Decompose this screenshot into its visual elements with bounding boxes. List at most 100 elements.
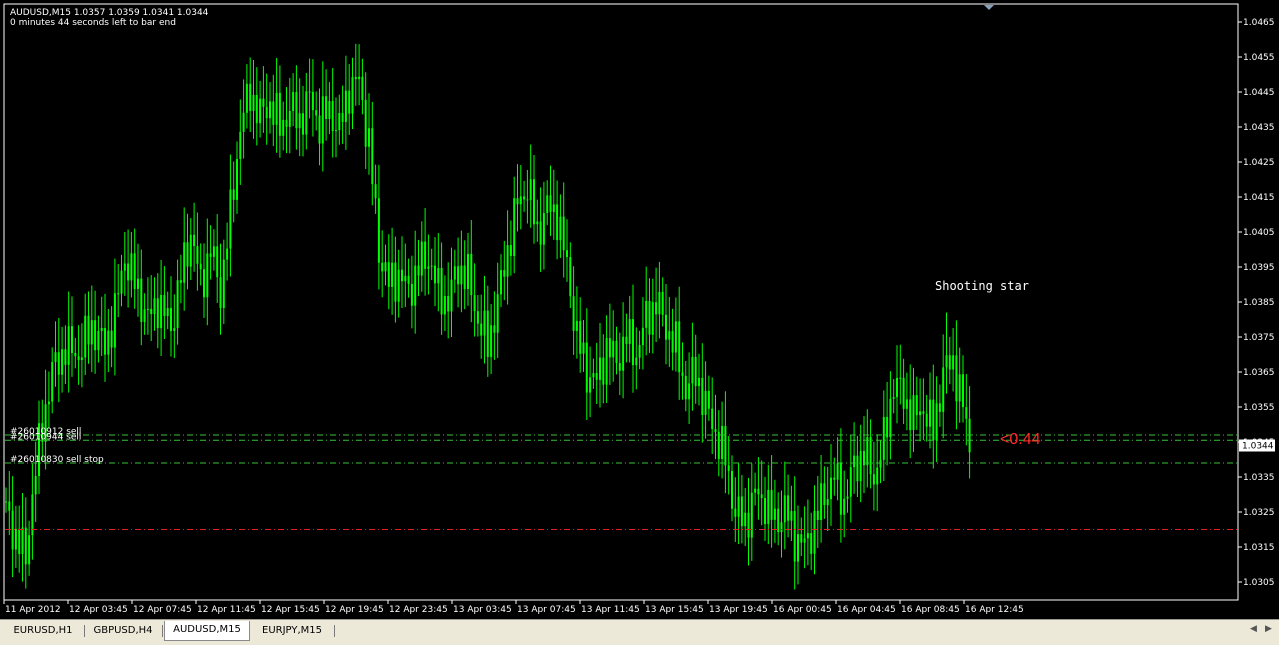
candle-body xyxy=(932,399,935,441)
y-tick-label: 1.0385 xyxy=(1243,298,1275,308)
candle-body xyxy=(374,184,377,199)
candle-body xyxy=(401,269,403,282)
candle-body xyxy=(899,377,902,379)
candle-body xyxy=(948,355,951,370)
candle-body xyxy=(143,309,146,322)
candle-body xyxy=(889,398,892,438)
candle-body xyxy=(585,342,588,393)
candle-body xyxy=(308,91,311,93)
y-tick-label: 1.0445 xyxy=(1243,88,1275,98)
scroll-right-icon[interactable]: ▶ xyxy=(1265,624,1272,634)
candle-body xyxy=(328,101,331,120)
candle-body xyxy=(638,345,641,358)
candle-body xyxy=(222,259,225,309)
candle-body xyxy=(714,429,717,432)
candle-body xyxy=(361,76,364,100)
candle-body xyxy=(417,265,420,276)
candle-body xyxy=(242,112,245,132)
candle-body xyxy=(430,265,433,267)
price-chart[interactable]: #26010912 sell#26010944 sell#26010830 se… xyxy=(0,0,1279,619)
tab-audusd-m15[interactable]: AUDUSD,M15 xyxy=(164,621,250,641)
candle-body xyxy=(579,320,582,354)
candle-body xyxy=(813,510,816,554)
tab-eurjpy-m15[interactable]: EURJPY,M15 xyxy=(252,622,332,640)
candle-body xyxy=(519,196,522,205)
candle-body xyxy=(635,357,638,366)
y-tick-label: 1.0455 xyxy=(1243,53,1275,63)
candle-body xyxy=(156,298,159,329)
x-tick-label: 13 Apr 11:45 xyxy=(581,605,640,615)
candle-body xyxy=(830,477,832,500)
candle-body xyxy=(397,269,400,302)
candle-body xyxy=(826,499,829,506)
candle-body xyxy=(71,326,73,354)
x-tick-label: 12 Apr 03:45 xyxy=(69,605,128,615)
candle-body xyxy=(80,357,83,360)
candle-body xyxy=(737,496,740,517)
candle-body xyxy=(117,293,120,295)
candle-body xyxy=(701,377,704,415)
candle-body xyxy=(183,242,186,283)
candle-body xyxy=(589,377,592,393)
candle-body xyxy=(476,311,479,324)
candle-body xyxy=(150,308,153,314)
y-tick-label: 1.0405 xyxy=(1243,228,1275,238)
candle-body xyxy=(236,158,238,200)
tab-eurusd-h1[interactable]: EURUSD,H1 xyxy=(4,622,82,640)
candle-body xyxy=(127,263,130,281)
candle-body xyxy=(958,374,961,402)
candle-body xyxy=(592,373,595,378)
candle-body xyxy=(542,213,545,245)
candle-body xyxy=(651,302,654,335)
candle-body xyxy=(275,92,278,125)
candle-body xyxy=(740,496,743,527)
candle-body xyxy=(252,94,255,111)
candle-body xyxy=(262,98,265,107)
x-tick-label: 12 Apr 11:45 xyxy=(197,605,256,615)
x-tick-label: 16 Apr 08:45 xyxy=(901,605,960,615)
candle-body xyxy=(123,263,126,271)
candle-body xyxy=(846,496,849,499)
candle-body xyxy=(74,353,77,357)
candle-body xyxy=(513,198,516,256)
x-tick-label: 12 Apr 19:45 xyxy=(325,605,384,615)
candle-body xyxy=(767,489,770,525)
candle-body xyxy=(443,296,446,315)
candle-body xyxy=(572,296,575,331)
candle-body xyxy=(942,367,945,412)
tab-gbpusd-h4[interactable]: GBPUSD,H4 xyxy=(86,622,160,640)
candle-body xyxy=(120,270,123,294)
candle-body xyxy=(684,375,687,400)
x-tick-label: 12 Apr 07:45 xyxy=(133,605,192,615)
x-tick-label: 13 Apr 19:45 xyxy=(709,605,768,615)
tab-separator xyxy=(334,625,335,637)
candle-body xyxy=(618,363,621,371)
y-tick-label: 1.0325 xyxy=(1243,508,1275,518)
candle-body xyxy=(384,262,387,272)
candle-body xyxy=(440,267,443,315)
candle-body xyxy=(747,512,750,538)
candle-body xyxy=(21,527,24,555)
candle-body xyxy=(199,263,202,270)
candle-body xyxy=(51,362,54,402)
x-tick-label: 13 Apr 03:45 xyxy=(453,605,512,615)
candle-body xyxy=(295,92,298,129)
candle-body xyxy=(302,113,304,135)
candle-body xyxy=(232,189,235,200)
candle-body xyxy=(668,331,671,340)
y-tick-label: 1.0395 xyxy=(1243,263,1275,273)
candle-body xyxy=(853,455,856,468)
candle-body xyxy=(816,510,819,521)
scroll-left-icon[interactable]: ◀ xyxy=(1250,624,1257,634)
candle-body xyxy=(163,294,166,316)
candle-body xyxy=(335,130,337,132)
candle-body xyxy=(727,465,730,472)
candle-body xyxy=(179,280,182,283)
candle-body xyxy=(925,413,928,427)
candle-body xyxy=(160,294,163,329)
candle-body xyxy=(285,119,288,127)
candle-body xyxy=(764,498,766,525)
candle-body xyxy=(965,407,968,419)
candle-body xyxy=(599,357,601,380)
candle-body xyxy=(523,196,526,200)
